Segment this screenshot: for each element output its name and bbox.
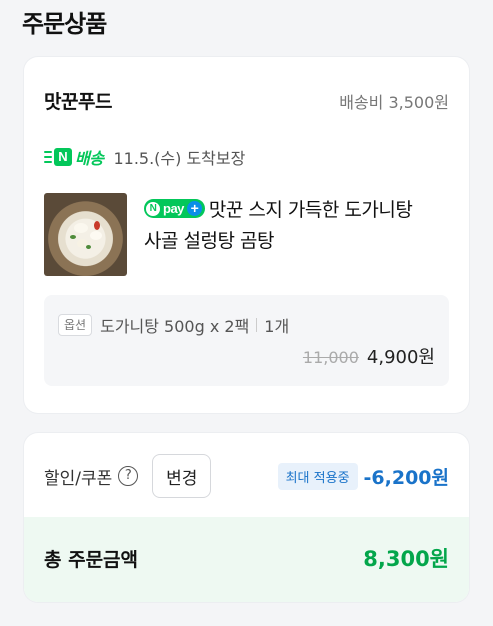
discount-label: 할인/쿠폰	[44, 468, 113, 489]
discount-amount: -6,200원	[363, 466, 449, 489]
total-amount: 8,300원	[363, 547, 449, 571]
product-thumbnail[interactable]	[44, 193, 127, 276]
page-title: 주문상품	[22, 10, 107, 38]
option-text: 도가니탕 500g x 2팩	[100, 317, 250, 336]
delivery-date: 11.5.(수) 도착보장	[113, 149, 246, 168]
delivery-guarantee-row: N 배송 11.5.(수) 도착보장	[44, 145, 245, 169]
total-label: 총 주문금액	[44, 549, 139, 571]
change-coupon-button[interactable]: 변경	[152, 454, 212, 498]
delivery-label: 배송	[75, 149, 104, 168]
original-price: 11,000	[302, 348, 359, 367]
product-name-line2: 사골 설렁탕 곰탕	[144, 230, 274, 252]
npay-plus-badge: N pay +	[144, 199, 205, 218]
max-applied-badge: 최대 적용중	[277, 462, 358, 490]
product-title[interactable]: N pay + 맛꾼 스지 가득한 도가니탕 사골 설렁탕 곰탕	[144, 195, 451, 257]
payment-summary-card: 할인/쿠폰 ? 변경 최대 적용중 -6,200원 총 주문금액 8,300원	[24, 433, 469, 602]
option-quantity: 1개	[264, 317, 290, 336]
shipping-fee: 배송비 3,500원	[339, 93, 449, 112]
total-row: 총 주문금액 8,300원	[24, 517, 469, 602]
n-delivery-icon: N	[44, 148, 72, 166]
option-tag: 옵션	[58, 314, 93, 336]
product-name-line1: 맛꾼 스지 가득한 도가니탕	[208, 199, 413, 221]
sale-price: 4,900원	[366, 347, 435, 368]
seller-row: 맛꾼푸드 배송비 3,500원	[44, 87, 449, 115]
option-box: 옵션 도가니탕 500g x 2팩 1개 11,000 4,900원	[44, 295, 449, 386]
order-product-card: 맛꾼푸드 배송비 3,500원 N 배송 11.5.(수) 도착보장 N pay…	[24, 57, 469, 413]
divider	[256, 318, 258, 332]
discount-row: 할인/쿠폰 ? 변경 최대 적용중 -6,200원	[44, 453, 449, 499]
seller-name: 맛꾼푸드	[44, 91, 112, 113]
question-icon[interactable]: ?	[118, 466, 139, 486]
